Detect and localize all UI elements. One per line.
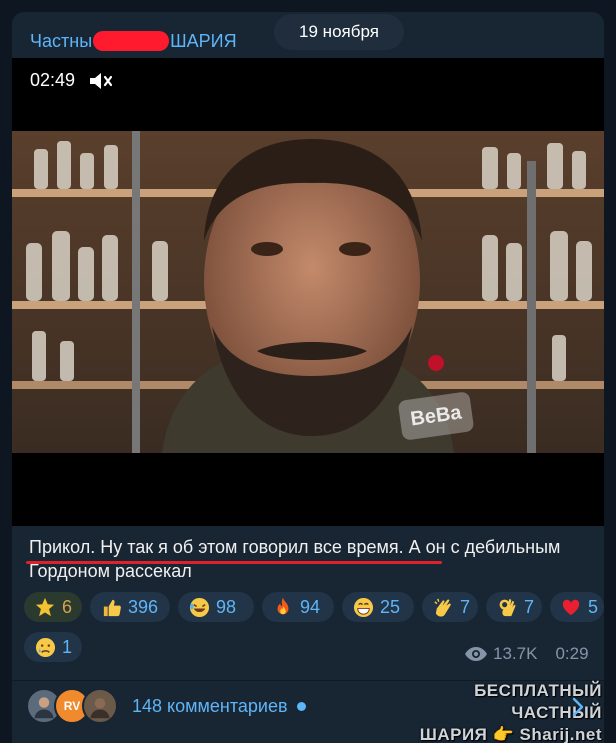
- channel-post-card: Частны ШАРИЯ 19 ноября 02:49 BeBa Прикол…: [12, 12, 604, 743]
- heart-icon: [560, 596, 582, 618]
- reaction-count: 396: [128, 596, 159, 617]
- video-time: 02:49: [30, 70, 76, 90]
- brand-line-2: ШАРИЯ 👉 Sharij.net: [384, 724, 602, 743]
- post-meta: 13.7K 0:29: [464, 644, 589, 664]
- reaction-sad-tear[interactable]: 1: [24, 632, 82, 662]
- date-pill: 19 ноября: [274, 14, 404, 50]
- channel-name-end[interactable]: ШАРИЯ: [170, 31, 236, 52]
- reaction-ok-hand[interactable]: 7: [486, 592, 542, 622]
- channel-name-start[interactable]: Частны: [30, 31, 92, 52]
- thumbs-up-icon: [100, 596, 122, 618]
- mute-icon[interactable]: [88, 70, 114, 92]
- star-icon: [34, 596, 56, 618]
- reaction-rofl[interactable]: 98: [178, 592, 254, 622]
- reaction-grin[interactable]: 25: [342, 592, 414, 622]
- grin-icon: [352, 596, 374, 618]
- avatar: [82, 688, 118, 724]
- reaction-count: 6: [62, 596, 73, 617]
- unread-dot: [296, 701, 306, 711]
- reaction-count: 5: [588, 596, 599, 617]
- reaction-clap[interactable]: 7: [422, 592, 478, 622]
- comments-button[interactable]: RV 148 комментариев: [26, 686, 306, 726]
- reaction-count: 25: [380, 596, 401, 617]
- comments-count-label[interactable]: 148 комментариев: [132, 696, 288, 717]
- video-player[interactable]: 02:49 BeBa: [12, 58, 604, 526]
- reaction-count: 1: [62, 636, 73, 657]
- reaction-thumbs-up[interactable]: 396: [90, 592, 170, 622]
- video-frame[interactable]: BeBa: [12, 131, 604, 453]
- eye-icon: [465, 647, 487, 661]
- ok-hand-icon: [496, 596, 518, 618]
- post-duration: 0:29: [555, 644, 589, 663]
- reaction-heart[interactable]: 5: [550, 592, 604, 622]
- reaction-star[interactable]: 6: [24, 592, 82, 622]
- fire-icon: [272, 596, 294, 618]
- view-count: 13.7K: [493, 644, 538, 663]
- caption-highlight-underline: [26, 561, 442, 564]
- brand-site: Sharij.net: [519, 725, 602, 743]
- reaction-count: 7: [524, 596, 535, 617]
- reaction-count: 98: [216, 596, 237, 617]
- channel-header[interactable]: Частны ШАРИЯ: [30, 26, 237, 56]
- pointing-hand-icon: 👉: [492, 725, 515, 743]
- chevron-right-icon[interactable]: [570, 696, 586, 718]
- reaction-fire[interactable]: 94: [262, 592, 334, 622]
- reaction-count: 7: [460, 596, 471, 617]
- brand-name: ШАРИЯ: [419, 725, 488, 743]
- rofl-icon: [188, 596, 210, 618]
- reaction-count: 94: [300, 596, 321, 617]
- video-still-image: [12, 131, 604, 453]
- sad-tear-icon: [34, 636, 56, 658]
- clap-icon: [432, 596, 454, 618]
- redaction-mark: [93, 31, 170, 51]
- post-caption: Прикол. Ну так я об этом говорил все вре…: [29, 537, 561, 581]
